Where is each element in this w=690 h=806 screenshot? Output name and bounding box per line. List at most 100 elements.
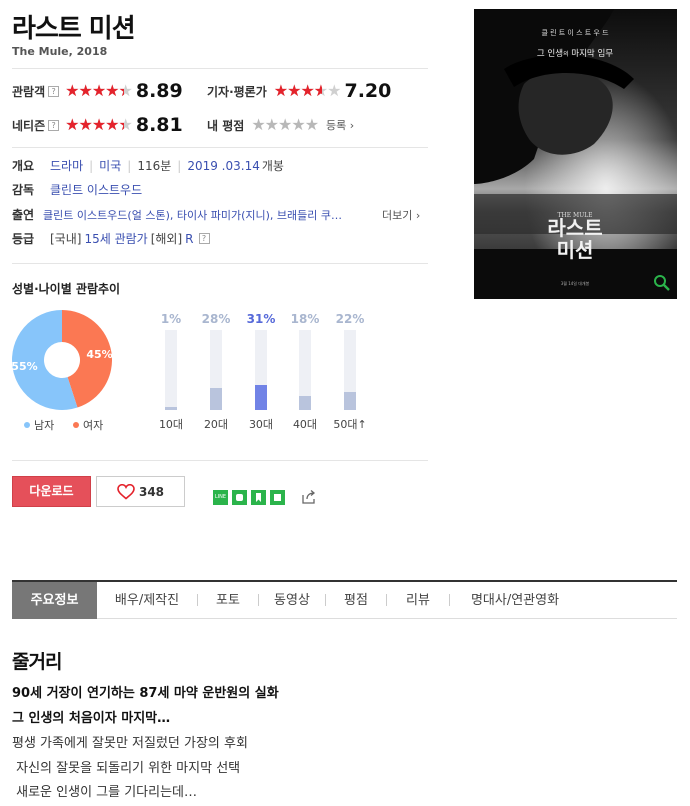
poster-release: 3월 14일 대개봉 [561, 280, 590, 286]
help-icon[interactable]: ? [198, 233, 210, 244]
legend-female-label: 여자 [83, 419, 104, 432]
age-bar-track [255, 330, 267, 410]
age-bar-track [210, 330, 222, 410]
tab-quotes-related[interactable]: 명대사/연관영화 [450, 582, 580, 619]
audience-label: 관람객 [12, 84, 46, 99]
release-date-link[interactable]: 2019 .03.14 [187, 159, 260, 173]
divider [12, 460, 428, 461]
critics-rating: 기자·평론가 ★★★★★★★★★★ 7.20 [207, 80, 391, 102]
info-key: 개요 [12, 159, 35, 173]
bookmark-icon[interactable] [251, 489, 266, 505]
plot-line: 자신의 잘못을 되돌리기 위한 마지막 선택 [12, 761, 241, 776]
heart-icon [117, 483, 135, 500]
pie-label-female: 45% [86, 348, 112, 361]
my-rating: 내 평점 ★★★★★★★★★★ 등록 › [207, 114, 354, 136]
help-icon[interactable]: ? [48, 85, 60, 97]
plot-line: 평생 가족에게 잘못만 저질렀던 가장의 후회 [12, 736, 248, 751]
age-bar-group: 1% 10대 [156, 312, 186, 431]
share-icon[interactable] [301, 489, 317, 505]
band-icon[interactable] [232, 489, 247, 505]
male-dot-icon [24, 422, 30, 428]
tab-bar: 주요정보 배우/제작진 포토 동영상 평점 리뷰 명대사/연관영화 [12, 580, 677, 619]
help-icon[interactable]: ? [48, 119, 60, 131]
info-overview: 개요 드라마 | 미국 | 116분 | 2019 .03.14 개봉 [12, 157, 284, 174]
country-link[interactable]: 미국 [99, 157, 121, 174]
director-link[interactable]: 클린트 이스트우드 [50, 181, 142, 198]
plot-line: 그 인생의 처음이자 마지막… [12, 711, 171, 726]
genre-link[interactable]: 드라마 [50, 157, 83, 174]
age-bar [210, 387, 222, 410]
plot-line: 새로운 인생이 그를 기다리는데… [12, 785, 198, 800]
cast-links[interactable]: 클린트 이스트우드(얼 스톤), 타이사 파미가(지니), 브래들리 쿠… [43, 207, 342, 223]
legend-male-label: 남자 [34, 419, 55, 432]
tab-photo[interactable]: 포토 [198, 582, 258, 619]
age-bar [255, 385, 267, 410]
tab-cast-crew[interactable]: 배우/제작진 [97, 582, 197, 619]
my-rating-stars[interactable]: ★★★★★★★★★★ [251, 116, 319, 134]
age-bar-label: 50대↑ [333, 418, 367, 431]
movie-poster[interactable]: 클 린 트 이 스 트 우 드 그 인생의 마지막 임무 THE MULE 라스… [474, 9, 677, 299]
info-key: 감독 [12, 183, 35, 197]
critics-stars: ★★★★★★★★★★ [273, 81, 342, 100]
age-bar-label: 40대 [292, 418, 318, 431]
plot-line: 90세 거장이 연기하는 87세 마약 운반원의 실화 [12, 686, 279, 701]
age-bar-group: 31% 30대 [246, 312, 276, 431]
grade-domestic-link[interactable]: 15세 관람가 [84, 230, 147, 247]
register-rating-link[interactable]: 등록 › [326, 117, 354, 133]
age-bar-percent: 18% [290, 312, 320, 326]
netizen-label: 네티즌 [12, 118, 46, 133]
age-bar-group: 28% 20대 [201, 312, 231, 431]
grade-overseas-label: [해외] [150, 232, 183, 246]
age-bar-track [165, 330, 177, 410]
tab-video[interactable]: 동영상 [259, 582, 325, 619]
poster-title-line1: 라스트 [547, 216, 602, 240]
age-bar-percent: 1% [160, 312, 182, 326]
divider [12, 147, 428, 148]
share-bar: LINE [213, 489, 317, 505]
critics-label: 기자·평론가 [207, 84, 267, 99]
cast-more-link[interactable]: 더보기 › [382, 207, 420, 223]
grade-overseas-link[interactable]: R [185, 232, 193, 246]
audience-stars: ★★★★★★★★★★ [65, 81, 133, 100]
poster-credit: 클 린 트 이 스 트 우 드 [541, 28, 609, 37]
my-rating-label: 내 평점 [207, 118, 245, 133]
release-suffix: 개봉 [261, 159, 284, 173]
tab-main-info[interactable]: 주요정보 [12, 581, 97, 619]
netizen-rating: 네티즌 ? ★★★★★★★★★★ 8.81 [12, 114, 183, 136]
plot-heading: 줄거리 [12, 651, 62, 673]
audience-rating: 관람객 ? ★★★★★★★★★★ 8.89 [12, 80, 183, 102]
info-grade: 등급 [국내] 15세 관람가 [해외] R ? [12, 230, 210, 247]
age-bar-group: 18% 40대 [290, 312, 320, 431]
age-bar-group: 22% 50대↑ [333, 312, 366, 431]
audience-score: 8.89 [135, 80, 183, 102]
age-bar [165, 407, 177, 410]
line-icon[interactable]: LINE [213, 489, 228, 505]
netizen-score: 8.81 [135, 114, 183, 136]
age-bar-track [344, 330, 356, 410]
info-key: 출연 [12, 208, 35, 222]
female-dot-icon [73, 422, 79, 428]
age-bar-percent: 28% [201, 312, 231, 326]
age-bar [299, 395, 311, 410]
age-bar [344, 392, 356, 410]
like-button[interactable]: 348 [96, 476, 185, 507]
gender-donut-chart: 45% 55% [11, 310, 113, 410]
legend-male: 남자 [24, 417, 54, 433]
info-cast: 출연 클린트 이스트우드(얼 스톤), 타이사 파미가(지니), 브래들리 쿠… [12, 206, 342, 223]
legend-female: 여자 [73, 417, 103, 433]
age-bar-label: 10대 [158, 418, 184, 431]
age-bar-percent: 31% [246, 312, 276, 326]
tab-review[interactable]: 리뷰 [387, 582, 449, 619]
divider [12, 263, 428, 264]
poster-tagline: 그 인생의 마지막 임무 [537, 48, 613, 59]
runtime: 116분 [137, 159, 172, 173]
grade-domestic-label: [국내] [50, 232, 82, 246]
netizen-stars: ★★★★★★★★★★ [65, 115, 133, 134]
download-button[interactable]: 다운로드 [12, 476, 91, 507]
tab-rating[interactable]: 평점 [326, 582, 386, 619]
age-bar-track [299, 330, 311, 410]
age-bar-label: 30대 [248, 418, 274, 431]
movie-title: 라스트 미션 [12, 14, 136, 44]
pie-label-male: 55% [12, 360, 38, 373]
memo-icon[interactable] [270, 489, 285, 505]
